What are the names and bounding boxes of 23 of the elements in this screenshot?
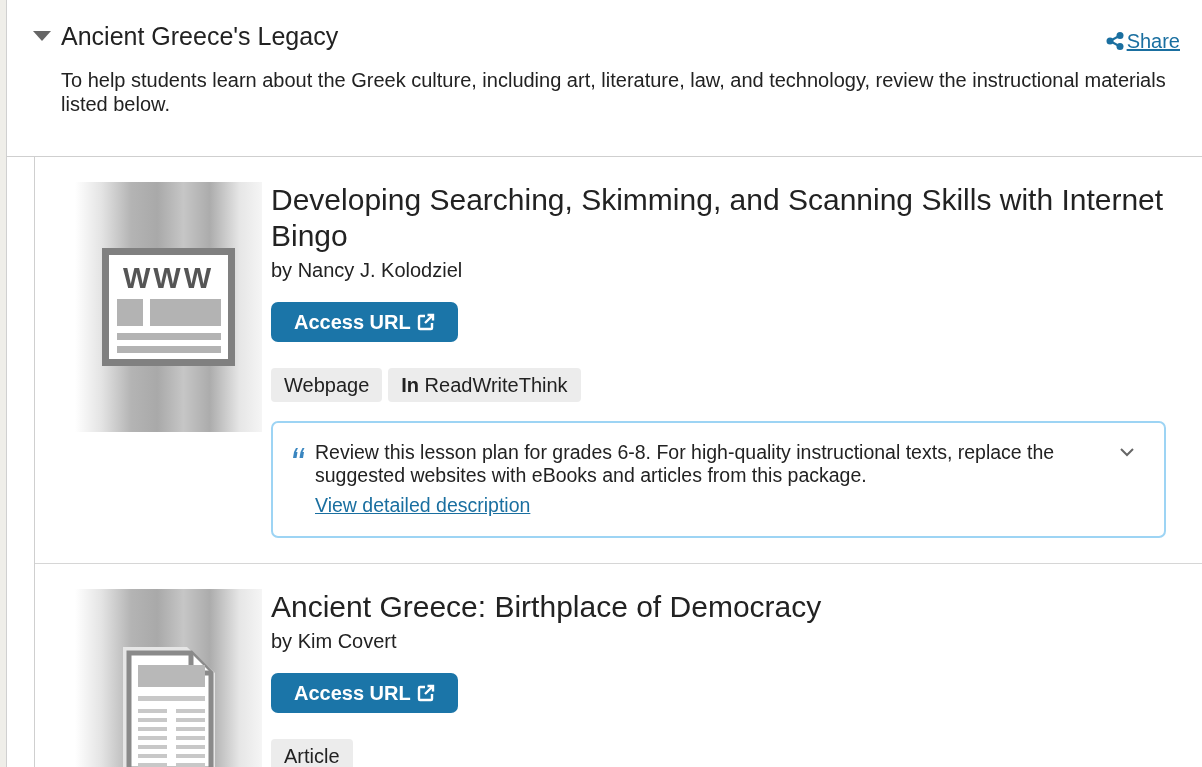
resource-title: Developing Searching, Skimming, and Scanning Skills with Internet Bingo: [271, 182, 1165, 254]
access-url-button[interactable]: Access URL: [271, 673, 458, 713]
view-description-link[interactable]: View detailed description: [315, 493, 531, 517]
resource-tag: Webpage: [271, 368, 383, 402]
resource-title: Ancient Greece: Birthplace of Democracy: [271, 589, 822, 625]
share-link[interactable]: Share: [1105, 29, 1180, 53]
icon-label: WWW: [122, 262, 215, 294]
document-icon: [120, 645, 217, 767]
quote-icon: [293, 448, 305, 458]
share-icon: [1105, 32, 1124, 50]
section-title: Ancient Greece's Legacy: [61, 21, 339, 51]
chevron-icon[interactable]: [1120, 448, 1134, 457]
external-link-icon: [416, 313, 435, 331]
resource-author: by Kim Covert: [271, 629, 397, 653]
resource-author: by Nancy J. Kolodziel: [271, 258, 463, 282]
access-url-button[interactable]: Access URL: [271, 302, 458, 342]
note-text: Review this lesson plan for grades 6-8. For high-quality instructional texts, replace the suggested websites with eBooks and articles from this package.: [315, 441, 1056, 487]
external-link-icon: [416, 684, 435, 702]
webpage-icon: [102, 248, 235, 366]
resource-tag: In ReadWriteThink: [388, 368, 581, 402]
resource-tag: Article: [271, 739, 353, 767]
section-description: To help students learn about the Greek culture, including art, literature, law, and technology, review the instructional materials listed below.: [61, 68, 1167, 116]
caret-icon[interactable]: [33, 31, 51, 41]
